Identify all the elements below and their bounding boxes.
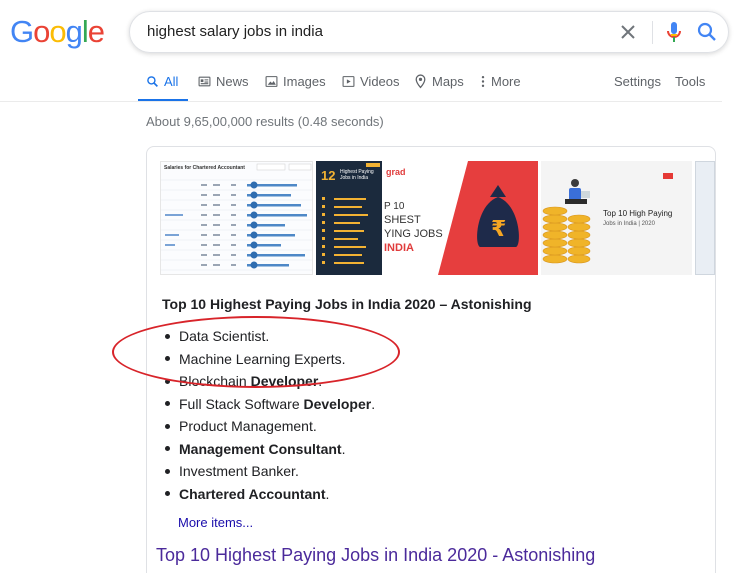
- google-logo[interactable]: Google: [10, 14, 105, 50]
- news-icon: [198, 76, 211, 87]
- search-button[interactable]: [695, 20, 719, 44]
- logo-letter-g2: g: [65, 14, 83, 49]
- tab-more-label: More: [491, 74, 521, 89]
- thumbnail-upgrad-banner[interactable]: grad P 10 SHEST YING JOBS INDIA ₹: [384, 161, 538, 275]
- settings-link[interactable]: Settings: [614, 74, 661, 89]
- banner-line-2: SHEST: [384, 214, 421, 226]
- list-item-suffix: .: [341, 440, 346, 457]
- tabs-divider: [0, 101, 722, 102]
- clear-button[interactable]: [616, 20, 640, 44]
- result-title-link[interactable]: Top 10 Highest Paying Jobs in India 2020…: [156, 545, 595, 566]
- infographic-text: Highest Paying Jobs in India: [340, 169, 374, 181]
- bullet-dot: [165, 423, 170, 429]
- search-tabs: All News Images Videos Maps More Setting…: [0, 66, 750, 102]
- logo-letter-e: e: [87, 14, 105, 49]
- list-item-suffix: .: [371, 395, 376, 412]
- thumbnail-top10-illustration[interactable]: Top 10 High Paying Jobs in India | 2020: [541, 161, 692, 275]
- video-icon: [342, 76, 355, 87]
- logo-letter-g: G: [10, 14, 34, 49]
- logo-letter-o1: o: [33, 14, 50, 49]
- more-items-link[interactable]: More items...: [178, 515, 253, 530]
- bullet-dot: [165, 401, 170, 407]
- tools-link[interactable]: Tools: [675, 74, 705, 89]
- list-item-text: Investment Banker.: [179, 463, 299, 479]
- illustration-subtitle: Jobs in India | 2020: [603, 221, 655, 227]
- more-vert-icon: [481, 75, 485, 88]
- thumbnail-salary-table[interactable]: Salaries for Chartered Accountant: [160, 161, 313, 275]
- tab-news-label: News: [216, 74, 249, 89]
- snippet-title: Top 10 Highest Paying Jobs in India 2020…: [162, 296, 532, 312]
- illustration-title: Top 10 High Paying: [603, 209, 673, 218]
- logo-letter-o2: o: [49, 14, 66, 49]
- search-icon: [147, 76, 158, 87]
- bullet-dot: [165, 468, 170, 474]
- banner-line-1: P 10: [384, 201, 405, 212]
- list-item-bold: Chartered Accountant: [179, 485, 326, 502]
- infographic-number: 12: [321, 168, 336, 183]
- image-icon: [265, 76, 278, 87]
- banner-brand: grad: [386, 167, 406, 177]
- list-item: Full Stack Software Developer.: [162, 393, 375, 416]
- tab-images-label: Images: [283, 74, 326, 89]
- salary-table-image: [161, 163, 312, 271]
- list-item: Product Management.: [162, 415, 375, 438]
- bullet-dot: [165, 446, 170, 452]
- list-item: Investment Banker.: [162, 460, 375, 483]
- tab-all-label: All: [164, 74, 179, 89]
- search-input[interactable]: highest salary jobs in india: [147, 23, 323, 40]
- search-icon: [697, 22, 716, 41]
- money-bag-image: ₹: [438, 161, 538, 275]
- list-item-suffix: .: [325, 485, 330, 502]
- list-item-bold: Management Consultant: [179, 440, 342, 457]
- coins-illustration: [541, 161, 692, 275]
- tab-more[interactable]: More: [480, 74, 521, 89]
- tab-maps[interactable]: Maps: [414, 74, 464, 89]
- tab-videos[interactable]: Videos: [342, 74, 400, 89]
- thumbnail-partial[interactable]: [695, 161, 715, 275]
- list-item-text: Product Management.: [179, 418, 317, 434]
- search-divider: [652, 21, 653, 44]
- bullet-dot: [165, 491, 170, 497]
- svg-text:₹: ₹: [491, 217, 506, 242]
- settings-label: Settings: [614, 74, 661, 89]
- map-pin-icon: [415, 74, 426, 89]
- tab-images[interactable]: Images: [265, 74, 326, 89]
- list-item-text: Full Stack Software: [179, 395, 304, 412]
- tab-videos-label: Videos: [360, 74, 400, 89]
- list-item-bold: Developer: [303, 395, 372, 412]
- microphone-icon: [667, 22, 681, 42]
- close-icon: [621, 25, 635, 39]
- tab-news[interactable]: News: [198, 74, 249, 89]
- banner-line-4: INDIA: [384, 242, 414, 254]
- tools-label: Tools: [675, 74, 706, 89]
- banner-line-3: YING JOBS: [384, 228, 443, 240]
- tab-all[interactable]: All: [146, 74, 178, 89]
- voice-search-button[interactable]: [662, 19, 686, 45]
- annotation-circle: [112, 316, 400, 388]
- tab-maps-label: Maps: [432, 74, 464, 89]
- search-box[interactable]: highest salary jobs in india: [129, 11, 729, 53]
- list-item: Chartered Accountant.: [162, 483, 375, 506]
- thumbnail-infographic[interactable]: 12 Highest Paying Jobs in India: [316, 161, 382, 275]
- list-item: Management Consultant.: [162, 438, 375, 461]
- result-stats: About 9,65,00,000 results (0.48 seconds): [146, 114, 384, 129]
